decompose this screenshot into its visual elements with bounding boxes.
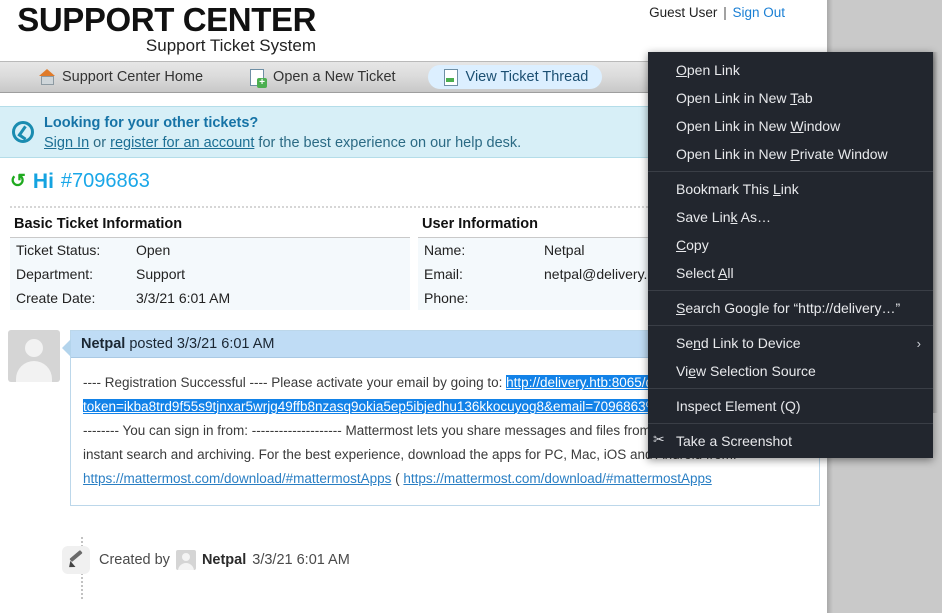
context-menu-item-open-link[interactable]: Open Link [648,56,933,84]
context-menu-item-bookmark-this-link[interactable]: Bookmark This Link [648,175,933,203]
avatar [8,330,60,382]
site-logo: SUPPORT CENTER Support Ticket System [16,1,316,56]
context-menu-separator [648,290,933,291]
ticket-subject: Hi [32,170,54,193]
document-icon [442,69,459,86]
row-value: Support [136,266,186,282]
context-menu-item-label: Open Link [676,62,740,78]
row-value: Open [136,242,171,258]
created-by-author: Netpal [201,552,247,568]
banner-or: or [89,135,111,151]
new-document-icon [249,69,268,88]
row-key: Name: [424,242,466,258]
context-menu-item-take-a-screenshot[interactable]: ✂ Take a Screenshot [648,427,933,455]
row-key: Create Date: [16,290,96,306]
post-timestamp: 3/3/21 6:01 AM [176,336,275,352]
chevron-right-icon: › [916,336,921,351]
post-author: Netpal [81,336,126,352]
row-key: Ticket Status: [16,242,101,258]
context-menu-item-copy[interactable]: Copy [648,231,933,259]
context-menu-separator [648,171,933,172]
context-menu-item-label: Search Google for “http://delivery…” [676,300,901,316]
register-link[interactable]: register for an account [110,135,254,151]
avatar [175,550,196,570]
post-body-after-link: ( [391,471,404,486]
basic-ticket-information-panel: Basic Ticket Information Ticket Status: … [10,214,410,310]
guest-user-label: Guest User [649,5,718,20]
screen: SUPPORT CENTER Support Ticket System Gue… [0,0,942,613]
table-row: Ticket Status: Open [10,238,410,262]
mattermost-download-link-1[interactable]: https://mattermost.com/download/#matterm… [83,471,391,486]
home-icon [38,69,55,85]
context-menu-item-label: Inspect Element (Q) [676,398,801,414]
context-menu-item-send-link-to-device[interactable]: Send Link to Device › [648,329,933,357]
ticket-number: #7096863 [60,170,150,192]
context-menu-item-label: Copy [676,237,709,253]
created-by-timestamp: 3/3/21 6:01 AM [252,552,350,568]
logo-subtitle: Support Ticket System [145,36,316,55]
context-menu-item-label: Open Link in New Private Window [676,146,888,162]
context-menu-item-view-selection-source[interactable]: View Selection Source [648,357,933,385]
post-body-intro: ---- Registration Successful ---- Please… [83,375,507,390]
context-menu-item-search-google-for-http-delivery[interactable]: Search Google for “http://delivery…” [648,294,933,322]
context-menu-item-label: View Selection Source [676,363,816,379]
screenshot-scissors-icon: ✂ [653,431,665,447]
post-posted-label: posted [125,336,177,352]
mattermost-download-link-2[interactable]: https://mattermost.com/download/#matterm… [403,471,711,486]
tab-label: View Ticket Thread [465,69,589,85]
created-by-label: Created by [99,552,170,568]
row-key: Email: [424,266,463,282]
info-badge-icon [12,121,34,143]
context-menu-item-inspect-element-q[interactable]: Inspect Element (Q) [648,392,933,420]
pencil-icon [62,546,90,574]
created-by-row: Created by Netpal 3/3/21 6:01 AM [62,537,350,599]
sign-out-link[interactable]: Sign Out [732,5,785,20]
context-menu-item-label: Bookmark This Link [676,181,799,197]
basic-info-heading: Basic Ticket Information [10,214,410,238]
account-area: Guest User | Sign Out [649,5,785,20]
table-row: Department: Support [10,262,410,286]
row-key: Phone: [424,290,469,306]
context-menu-item-label: Open Link in New Window [676,118,841,134]
context-menu-separator [648,325,933,326]
browser-context-menu: Open Link Open Link in New Tab Open Link i… [648,52,933,458]
tab-open-a-new-ticket[interactable]: Open a New Ticket [235,65,410,89]
context-menu-item-save-link-as[interactable]: Save Link As… [648,203,933,231]
sign-in-link[interactable]: Sign In [44,135,89,151]
context-menu-item-label: Send Link to Device [676,335,801,351]
banner-tail: for the best experience on our help desk… [254,135,522,151]
context-menu-item-open-link-in-new-window[interactable]: Open Link in New Window [648,112,933,140]
tab-label: Support Center Home [62,69,204,85]
tab-label: Open a New Ticket [273,69,396,85]
context-menu-separator [648,423,933,424]
logo-title: SUPPORT CENTER [17,1,316,38]
ticket-heading: ↻ Hi #7096863 [10,170,150,193]
tab-view-ticket-thread[interactable]: View Ticket Thread [427,65,603,89]
table-row: Create Date: 3/3/21 6:01 AM [10,286,410,310]
row-value: 3/3/21 6:01 AM [136,290,231,306]
context-menu-item-label: Take a Screenshot [676,433,792,449]
created-by-text: Created by Netpal 3/3/21 6:01 AM [99,550,350,570]
context-menu-item-label: Select All [676,265,734,281]
context-menu-item-open-link-in-new-tab[interactable]: Open Link in New Tab [648,84,933,112]
basic-info-table: Ticket Status: Open Department: Support … [10,238,410,310]
row-key: Department: [16,266,94,282]
refresh-icon[interactable]: ↻ [10,171,26,192]
context-menu-item-label: Open Link in New Tab [676,90,813,106]
tab-support-center-home[interactable]: Support Center Home [24,65,217,89]
context-menu-item-open-link-in-new-private-window[interactable]: Open Link in New Private Window [648,140,933,168]
context-menu-separator [648,388,933,389]
context-menu-item-select-all[interactable]: Select All [648,259,933,287]
context-menu-item-label: Save Link As… [676,209,771,225]
account-separator: | [723,5,727,20]
context-menu-shadow [933,52,938,413]
